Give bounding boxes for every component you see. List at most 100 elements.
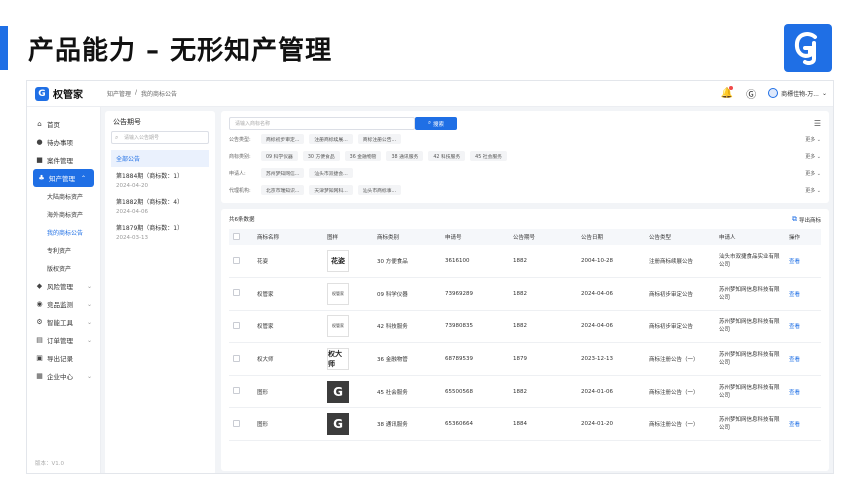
sidebar-item-label: 导出记录 <box>47 355 73 363</box>
checkbox[interactable] <box>233 256 240 264</box>
trademark-image[interactable]: 花姿 <box>327 250 349 273</box>
sidebar-item-tools[interactable]: ⚙ 智能工具 ⌄ <box>27 313 100 331</box>
view-link[interactable]: 查看 <box>785 310 821 344</box>
trademark-image[interactable]: G <box>327 380 349 403</box>
select-cell[interactable] <box>229 407 253 442</box>
filter-chip[interactable]: 商标注册公告... <box>357 134 402 144</box>
table-row: 图形 G 38 通讯服务 65360664 1884 2024-01-20 商标注册公告（一… <box>229 407 821 442</box>
filter-chip[interactable]: 36 金融物管 <box>344 151 382 161</box>
select-cell[interactable] <box>229 245 253 279</box>
search-row: 请输入商标名称 ⌕ 搜索 <box>229 117 821 130</box>
sidebar-subitem-copyright[interactable]: 版权资产 <box>27 259 100 277</box>
filter-chip[interactable]: 09 科学仪器 <box>261 151 298 161</box>
trademark-image[interactable]: 权管家 <box>327 282 349 305</box>
view-link[interactable]: 查看 <box>785 342 821 376</box>
trademark-name-cell: 权管家 <box>253 277 323 311</box>
table-header: 商标类别 <box>373 229 441 245</box>
sidebar-subitem-cn-trademark[interactable]: 大陆商标资产 <box>27 187 100 205</box>
view-link[interactable]: 查看 <box>785 245 821 279</box>
table-row: 花姿 花姿 30 方便食品 3616100 1882 2004-10-28 注册商标续展公告… <box>229 245 821 279</box>
trademark-image[interactable]: G <box>327 413 349 436</box>
checkbox[interactable] <box>233 289 240 297</box>
sidebar-item-label: 订单管理 <box>47 337 73 345</box>
trademark-image-cell: 权大师 <box>323 342 373 376</box>
chevron-down-icon: ⌄ <box>821 89 827 97</box>
filter-chip[interactable]: 38 通讯服务 <box>386 151 424 161</box>
table-row: 权管家 权管家 42 科技服务 73980835 1882 2024-04-06 商标初步审… <box>229 310 821 344</box>
select-cell[interactable] <box>229 277 253 311</box>
filter-more-button[interactable]: 更多 ⌄ <box>805 136 821 143</box>
view-link[interactable]: 查看 <box>785 375 821 409</box>
announcement-item[interactable]: 第1882期（商标数：4） 2024-04-06 <box>111 193 209 219</box>
filter-row: 商标类别: 09 科学仪器 30 方便食品 36 金融物管 38 通讯服务 42 科技服务… <box>229 148 821 164</box>
filter-chip[interactable]: 30 方便食品 <box>302 151 340 161</box>
bell-icon[interactable]: 🔔 <box>720 86 734 100</box>
filter-settings-icon[interactable]: ☰ <box>814 119 821 128</box>
sidebar-item-ip[interactable]: ♣ 知产管理 ⌃ <box>33 169 94 187</box>
checkbox[interactable] <box>233 321 240 329</box>
app-logo[interactable]: G 权管家 <box>35 86 83 101</box>
trademark-name-cell: 花姿 <box>253 245 323 279</box>
breadcrumb-item[interactable]: 知产管理 <box>107 89 131 98</box>
announcement-date-cell: 2024-04-06 <box>577 310 645 344</box>
trademark-image[interactable]: 权大师 <box>327 348 349 371</box>
filter-more-button[interactable]: 更多 ⌄ <box>805 153 821 160</box>
sidebar-item-export-records[interactable]: ▣ 导出记录 <box>27 349 100 367</box>
filter-chip[interactable]: 汕头市商标事... <box>357 185 402 195</box>
trademark-search-input[interactable]: 请输入商标名称 <box>229 117 415 130</box>
sidebar-item-todo[interactable]: ● 待办事项 <box>27 133 100 151</box>
filter-panel: 请输入商标名称 ⌕ 搜索 ☰ 公告类型: 商标初步审定... 注册商标续展... 商标… <box>221 111 829 203</box>
sidebar-subitem-my-announcements[interactable]: 我的商标公告 <box>27 223 100 241</box>
search-button[interactable]: ⌕ 搜索 <box>415 117 457 130</box>
sidebar-item-company[interactable]: ▦ 企业中心 ⌄ <box>27 367 100 385</box>
checkbox[interactable] <box>233 354 240 362</box>
select-cell[interactable] <box>229 310 253 344</box>
filter-chip[interactable]: 商标初步审定... <box>261 134 305 144</box>
announcement-item-all[interactable]: 全部公告 <box>111 150 209 167</box>
table-header-row: 商标名称 图样 商标类别 申请号 公告期号 公告日期 公告类型 申请人 操作 <box>229 229 821 245</box>
trademark-image-text: 权管家 <box>332 290 344 296</box>
filter-chip[interactable]: 42 科技服务 <box>428 151 466 161</box>
checkbox[interactable] <box>233 419 240 427</box>
checkbox[interactable] <box>233 387 240 395</box>
sidebar-item-home[interactable]: ⌂ 首页 <box>27 115 100 133</box>
trademark-image[interactable]: 权管家 <box>327 315 349 338</box>
sidebar-item-orders[interactable]: ▤ 订单管理 ⌄ <box>27 331 100 349</box>
filter-chip[interactable]: 45 社会服务 <box>470 151 507 161</box>
issue-number-cell: 1882 <box>509 310 577 344</box>
brand-circle-icon[interactable]: Ⓖ <box>744 86 758 101</box>
checkbox[interactable] <box>233 232 240 240</box>
sidebar-item-monitor[interactable]: ◉ 竞品监测 ⌄ <box>27 295 100 313</box>
breadcrumb: 知产管理 / 我的商标公告 <box>107 89 177 98</box>
trademark-image-cell: 花姿 <box>323 245 373 279</box>
select-cell[interactable] <box>229 342 253 376</box>
announcement-item[interactable]: 第1879期（商标数：1） 2024-03-13 <box>111 219 209 245</box>
announcement-item[interactable]: 第1884期（商标数：1） 2024-04-20 <box>111 167 209 193</box>
filter-chip[interactable]: 注册商标续展... <box>309 134 353 144</box>
filter-chip[interactable]: 天津梦知网科... <box>309 185 353 195</box>
sidebar-item-risk[interactable]: ◆ 风险管理 ⌄ <box>27 277 100 295</box>
view-link[interactable]: 查看 <box>785 277 821 311</box>
view-link[interactable]: 查看 <box>785 407 821 442</box>
filter-chip[interactable]: 汕头市双捷会... <box>309 168 353 178</box>
sidebar-subitem-overseas-trademark[interactable]: 海外商标资产 <box>27 205 100 223</box>
issue-number-cell: 1882 <box>509 277 577 311</box>
table-header: 操作 <box>785 229 821 245</box>
app-window: G 权管家 知产管理 / 我的商标公告 🔔 Ⓖ 商標佳物-万... ⌄ ⌂ 首页 … <box>26 80 834 474</box>
export-trademark-button[interactable]: ⧉ 导出商标 <box>792 215 821 224</box>
announcement-item-date: 2024-04-20 <box>116 183 148 189</box>
filter-more-button[interactable]: 更多 ⌄ <box>805 170 821 177</box>
issue-number-cell: 1879 <box>509 342 577 376</box>
filter-chip[interactable]: 苏州梦知网信... <box>261 168 305 178</box>
filter-chip[interactable]: 北京市瑞知识... <box>261 185 305 195</box>
category-cell: 45 社会服务 <box>373 375 441 409</box>
announcement-search-input[interactable]: ⌕ 请输入公告期号 <box>111 131 209 144</box>
table-header-select[interactable] <box>229 229 253 245</box>
sidebar-item-cases[interactable]: ■ 案件管理 <box>27 151 100 169</box>
sidebar-subitem-patents[interactable]: 专利资产 <box>27 241 100 259</box>
applicant-cell: 苏州梦知网信息科技有限公司 <box>715 407 785 442</box>
announcement-date-cell: 2024-01-20 <box>577 407 645 442</box>
filter-more-button[interactable]: 更多 ⌄ <box>805 187 821 194</box>
user-menu[interactable]: 商標佳物-万... ⌄ <box>768 88 827 98</box>
select-cell[interactable] <box>229 375 253 409</box>
